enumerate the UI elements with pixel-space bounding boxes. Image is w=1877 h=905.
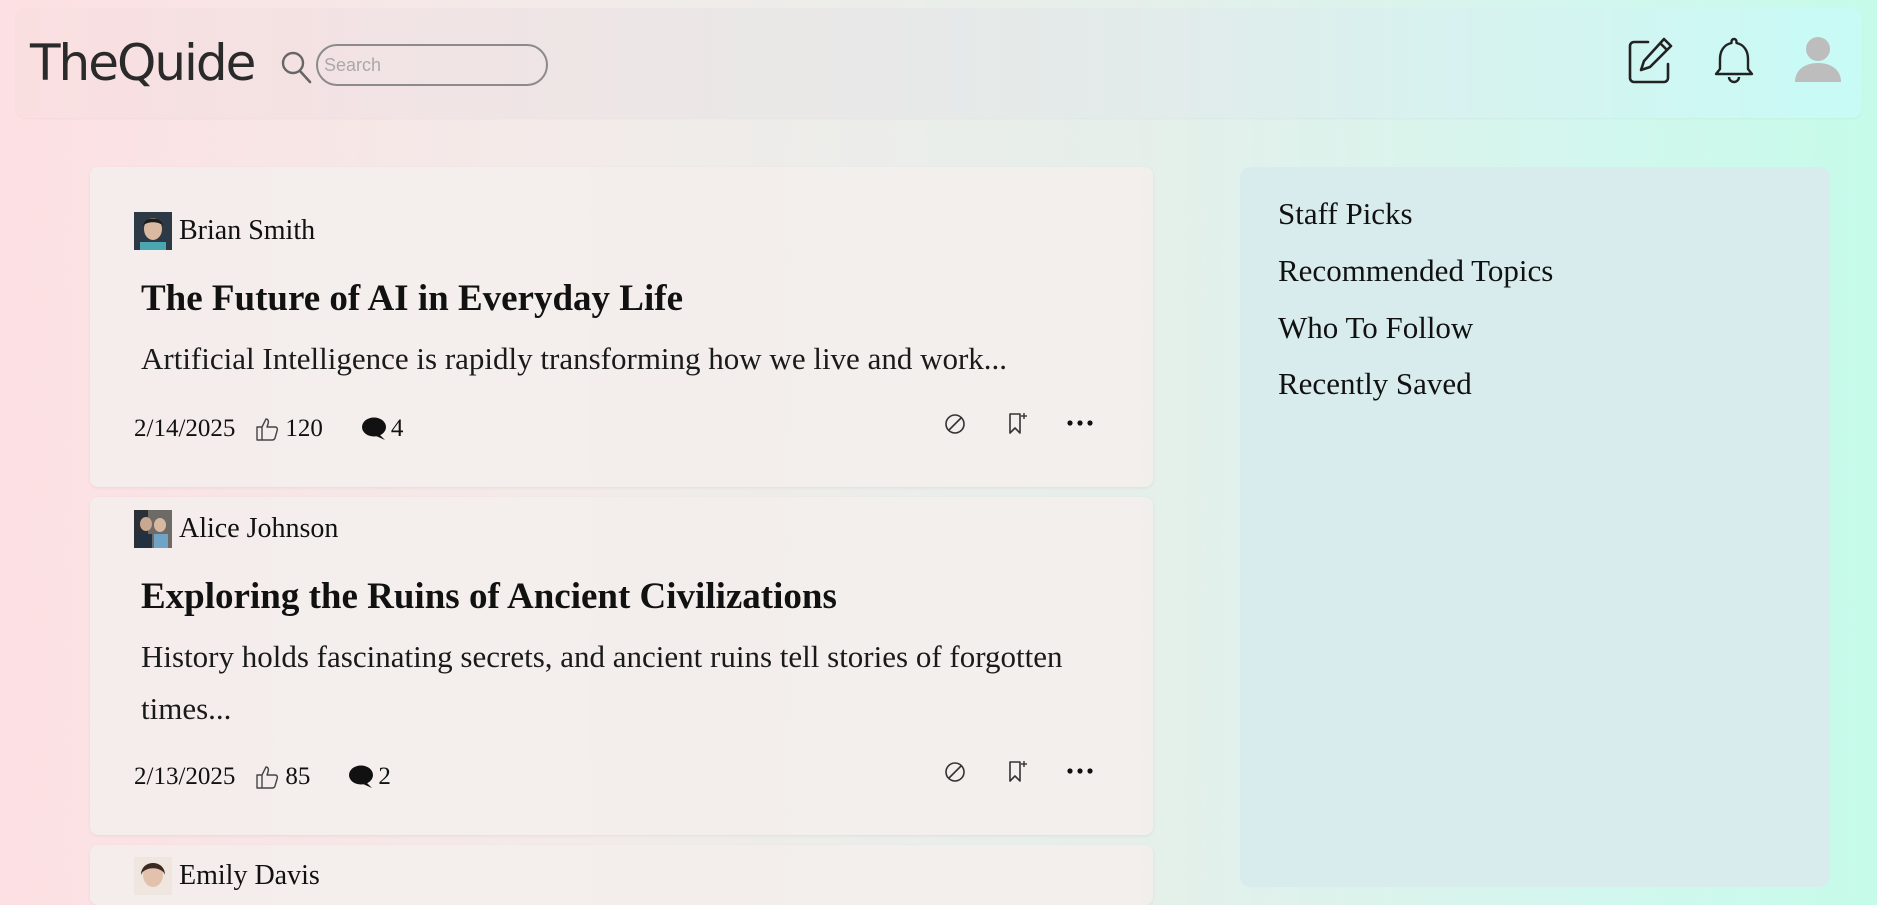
- author-name: Brian Smith: [179, 215, 316, 246]
- sidebar-item-who-to-follow[interactable]: Who To Follow: [1278, 310, 1473, 346]
- top-header: TheQuide: [16, 8, 1862, 118]
- more-options-icon[interactable]: [1065, 761, 1095, 781]
- write-icon[interactable]: [1626, 34, 1674, 86]
- bookmark-add-icon[interactable]: [1005, 411, 1029, 437]
- post-date: 2/14/2025: [134, 415, 236, 442]
- post-card[interactable]: Brian Smith The Future of AI in Everyday…: [90, 167, 1153, 487]
- post-title[interactable]: Exploring the Ruins of Ancient Civilizat…: [141, 575, 837, 618]
- more-options-icon[interactable]: [1065, 413, 1095, 433]
- bell-icon[interactable]: [1713, 34, 1755, 86]
- user-avatar-icon[interactable]: [1793, 32, 1843, 86]
- right-sidebar: Staff Picks Recommended Topics Who To Fo…: [1240, 167, 1830, 887]
- sidebar-item-recommended-topics[interactable]: Recommended Topics: [1278, 253, 1553, 289]
- comment-count: 2: [378, 763, 391, 790]
- bookmark-add-icon[interactable]: [1005, 759, 1029, 785]
- site-logo[interactable]: TheQuide: [30, 30, 256, 96]
- search-bar: [278, 42, 548, 88]
- post-excerpt: Artificial Intelligence is rapidly trans…: [141, 341, 1008, 376]
- author-name: Alice Johnson: [179, 513, 339, 544]
- author-avatar: [134, 510, 172, 548]
- post-meta: 2/14/2025 120 4: [134, 415, 403, 443]
- post-author[interactable]: Emily Davis: [134, 857, 320, 895]
- author-name: Emily Davis: [179, 860, 320, 891]
- post-meta: 2/13/2025 85 2: [134, 763, 391, 791]
- post-date: 2/13/2025: [134, 763, 236, 790]
- sidebar-item-recently-saved[interactable]: Recently Saved: [1278, 366, 1472, 402]
- like-icon[interactable]: [255, 416, 279, 442]
- post-excerpt: History holds fascinating secrets, and a…: [141, 639, 1063, 726]
- like-count: 120: [285, 415, 323, 442]
- comment-icon[interactable]: [361, 417, 387, 441]
- post-author[interactable]: Brian Smith: [134, 212, 315, 250]
- search-input[interactable]: [316, 44, 548, 86]
- comment-count: 4: [390, 415, 404, 442]
- comment-icon[interactable]: [348, 765, 374, 789]
- post-author[interactable]: Alice Johnson: [134, 510, 338, 548]
- author-avatar: [134, 857, 172, 895]
- post-title[interactable]: The Future of AI in Everyday Life: [141, 277, 683, 320]
- hide-icon[interactable]: [943, 412, 967, 436]
- post-card[interactable]: Alice Johnson Exploring the Ruins of Anc…: [90, 497, 1153, 835]
- author-avatar: [134, 212, 172, 250]
- post-card[interactable]: Emily Davis: [90, 845, 1153, 905]
- like-icon[interactable]: [255, 764, 279, 790]
- sidebar-item-staff-picks[interactable]: Staff Picks: [1278, 196, 1413, 232]
- hide-icon[interactable]: [943, 760, 967, 784]
- like-count: 85: [285, 763, 311, 790]
- search-icon[interactable]: [278, 45, 314, 85]
